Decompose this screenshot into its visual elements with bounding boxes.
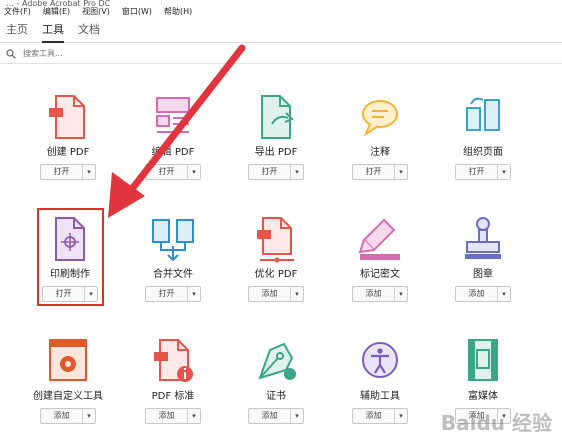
tool-label: 组织页面 xyxy=(463,147,503,158)
accessibility-icon xyxy=(362,342,398,378)
chevron-down-icon: ▾ xyxy=(399,290,403,298)
tab-document[interactable]: 文档 xyxy=(78,18,100,42)
tool-label: 证书 xyxy=(266,391,286,402)
menu-edit[interactable]: 编辑(E) xyxy=(43,6,70,17)
menu-file[interactable]: 文件(F) xyxy=(4,6,31,17)
watermark: Baidu 经验 xyxy=(440,411,552,435)
highlight-box xyxy=(37,208,104,306)
tool-action-button[interactable]: 添加 ▾ xyxy=(455,286,511,302)
tool-action-button[interactable]: 添加 ▾ xyxy=(40,408,96,424)
tool-action-button[interactable]: 打开 ▾ xyxy=(248,164,304,180)
tool-label: 合并文件 xyxy=(153,269,193,280)
tool-combine-files[interactable]: 合并文件 打开 ▾ xyxy=(118,214,228,302)
tool-label: 创建自定义工具 xyxy=(33,391,103,402)
pdf-standards-icon xyxy=(154,339,193,382)
tool-comment[interactable]: 注释 打开 ▾ xyxy=(325,92,435,180)
chevron-down-icon: ▾ xyxy=(192,168,196,176)
tab-tools[interactable]: 工具 xyxy=(42,18,64,43)
tool-label: 创建 PDF xyxy=(46,147,90,158)
tool-action-button[interactable]: 添加 ▾ xyxy=(352,408,408,424)
certificate-icon xyxy=(258,342,296,380)
create-pdf-icon xyxy=(49,95,85,139)
chevron-down-icon: ▾ xyxy=(399,168,403,176)
chevron-down-icon: ▾ xyxy=(295,168,299,176)
tool-optimize-pdf[interactable]: 优化 PDF 添加 ▾ xyxy=(221,214,331,302)
tab-bar: 主页 工具 文档 xyxy=(0,17,562,43)
rich-media-icon xyxy=(468,339,498,381)
edit-pdf-icon xyxy=(156,97,190,133)
tool-organize-pages[interactable]: 组织页面 打开 ▾ xyxy=(428,92,538,180)
search-input[interactable] xyxy=(21,48,225,59)
tool-action-button[interactable]: 打开 ▾ xyxy=(145,164,201,180)
stamp-icon xyxy=(465,217,501,259)
chevron-down-icon: ▾ xyxy=(502,168,506,176)
tool-action-button[interactable]: 添加 ▾ xyxy=(248,286,304,302)
tool-label: 辅助工具 xyxy=(360,391,400,402)
tool-label: 注释 xyxy=(370,147,390,158)
tool-label: 标记密文 xyxy=(360,269,400,280)
tool-action-button[interactable]: 添加 ▾ xyxy=(145,408,201,424)
tool-action-button[interactable]: 添加 ▾ xyxy=(352,286,408,302)
tool-label: 导出 PDF xyxy=(254,147,298,158)
custom-tool-icon xyxy=(49,339,87,381)
tab-home[interactable]: 主页 xyxy=(6,18,28,42)
menu-help[interactable]: 帮助(H) xyxy=(164,6,192,17)
tool-stamp[interactable]: 图章 添加 ▾ xyxy=(428,214,538,302)
search-icon xyxy=(6,48,16,59)
tool-search-bar xyxy=(0,44,562,64)
organize-pages-icon xyxy=(466,97,500,131)
chevron-down-icon: ▾ xyxy=(87,168,91,176)
tool-action-button[interactable]: 打开 ▾ xyxy=(352,164,408,180)
tool-create-pdf[interactable]: 创建 PDF 打开 ▾ xyxy=(13,92,123,180)
chevron-down-icon: ▾ xyxy=(502,290,506,298)
tool-custom-tool[interactable]: 创建自定义工具 添加 ▾ xyxy=(13,336,123,424)
tool-redact[interactable]: 标记密文 添加 ▾ xyxy=(325,214,435,302)
tool-certificate[interactable]: 证书 添加 ▾ xyxy=(221,336,331,424)
tool-label: 编辑 PDF xyxy=(151,147,195,158)
tool-accessibility[interactable]: 辅助工具 添加 ▾ xyxy=(325,336,435,424)
menu-window[interactable]: 窗口(W) xyxy=(122,6,152,17)
chevron-down-icon: ▾ xyxy=(295,290,299,298)
tool-pdf-standards[interactable]: PDF 标准 添加 ▾ xyxy=(118,336,228,424)
combine-files-icon xyxy=(152,219,194,262)
tool-action-button[interactable]: 打开 ▾ xyxy=(145,286,201,302)
tool-action-button[interactable]: 打开 ▾ xyxy=(455,164,511,180)
chevron-down-icon: ▾ xyxy=(399,412,403,420)
export-pdf-icon xyxy=(261,95,294,139)
menu-view[interactable]: 视图(V) xyxy=(82,6,110,17)
redact-icon xyxy=(358,218,400,260)
tool-label: 优化 PDF xyxy=(254,269,298,280)
chevron-down-icon: ▾ xyxy=(192,412,196,420)
menu-bar: 文件(F) 编辑(E) 视图(V) 窗口(W) 帮助(H) xyxy=(0,6,562,17)
tool-label: 富媒体 xyxy=(468,391,498,402)
comment-icon xyxy=(362,100,398,137)
tool-export-pdf[interactable]: 导出 PDF 打开 ▾ xyxy=(221,92,331,180)
optimize-pdf-icon xyxy=(257,217,294,263)
tool-action-button[interactable]: 打开 ▾ xyxy=(40,164,96,180)
chevron-down-icon: ▾ xyxy=(295,412,299,420)
tool-edit-pdf[interactable]: 编辑 PDF 打开 ▾ xyxy=(118,92,228,180)
tool-label: 图章 xyxy=(473,269,493,280)
chevron-down-icon: ▾ xyxy=(87,412,91,420)
tool-action-button[interactable]: 添加 ▾ xyxy=(248,408,304,424)
chevron-down-icon: ▾ xyxy=(192,290,196,298)
tool-label: PDF 标准 xyxy=(151,391,195,402)
